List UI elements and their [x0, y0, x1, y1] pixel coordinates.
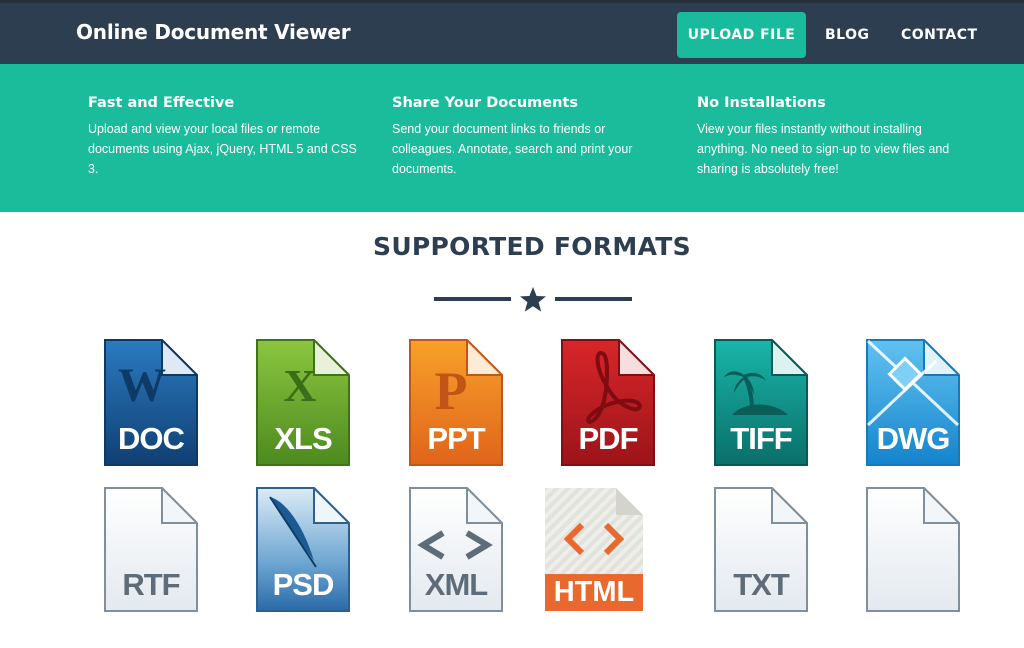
feature-no-install: No Installations View your files instant…	[697, 95, 967, 179]
html-file-icon[interactable]: HTML	[544, 487, 644, 614]
xml-file-icon[interactable]: XML	[409, 487, 503, 614]
feature-title: Share Your Documents	[392, 95, 578, 111]
feature-share: Share Your Documents Send your document …	[392, 95, 652, 179]
feature-text: Upload and view your local files or remo…	[88, 122, 357, 176]
section-title: SUPPORTED FORMATS	[373, 232, 691, 261]
feature-title: No Installations	[697, 95, 826, 111]
nav-contact-link[interactable]: CONTACT	[901, 12, 978, 58]
blank-file-icon[interactable]	[866, 487, 960, 614]
feature-fast: Fast and Effective Upload and view your …	[88, 95, 363, 179]
txt-file-icon[interactable]: TXT	[714, 487, 808, 614]
svg-text:P: P	[435, 361, 468, 421]
svg-text:W: W	[118, 359, 166, 412]
feature-text: View your files instantly without instal…	[697, 122, 950, 176]
doc-file-icon[interactable]: W DOC	[104, 339, 198, 466]
hero-features: Fast and Effective Upload and view your …	[0, 64, 1024, 212]
rtf-file-icon[interactable]: RTF	[104, 487, 198, 614]
svg-text:X: X	[283, 360, 316, 411]
pdf-file-icon[interactable]: PDF	[561, 339, 655, 466]
feature-title: Fast and Effective	[88, 95, 235, 111]
nav-blog-link[interactable]: BLOG	[825, 12, 870, 58]
dwg-file-icon[interactable]: DWG	[866, 339, 960, 466]
ppt-file-icon[interactable]: P PPT	[409, 339, 503, 466]
star-icon	[520, 287, 546, 312]
divider-line-left	[434, 297, 511, 301]
navbar: Online Document Viewer UPLOAD FILE BLOG …	[0, 0, 1024, 64]
divider-line-right	[555, 297, 632, 301]
brand-title[interactable]: Online Document Viewer	[76, 20, 351, 44]
tiff-file-icon[interactable]: TIFF	[714, 339, 808, 466]
upload-file-button[interactable]: UPLOAD FILE	[677, 12, 806, 58]
psd-file-icon[interactable]: PSD	[256, 487, 350, 614]
xls-file-icon[interactable]: X XLS	[256, 339, 350, 466]
feature-text: Send your document links to friends or c…	[392, 122, 633, 176]
